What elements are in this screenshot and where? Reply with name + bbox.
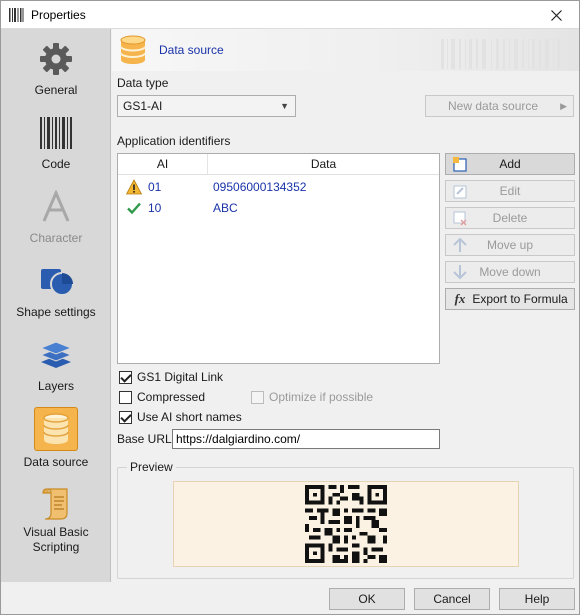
close-icon (550, 9, 562, 21)
help-button[interactable]: Help (499, 588, 575, 610)
main-panel: Data source Data type GS1-AI ▼ New data … (112, 29, 579, 582)
delete-icon (453, 211, 467, 226)
function-fx-icon: fx (454, 291, 466, 306)
move-down-button[interactable]: Move down (445, 261, 575, 283)
base-url-input[interactable] (172, 429, 440, 449)
move-up-label: Move up (486, 238, 534, 252)
arrow-up-icon (453, 237, 467, 252)
delete-button[interactable]: Delete (445, 207, 575, 229)
sidebar-item-visual-basic-scripting[interactable]: Visual Basic Scripting (1, 481, 111, 555)
export-label: Export to Formula (472, 292, 568, 306)
data-type-value: GS1-AI (123, 99, 163, 113)
edit-icon (453, 185, 467, 199)
ok-button[interactable]: OK (329, 588, 405, 610)
sidebar-item-label: Layers (37, 379, 75, 393)
row-data: ABC (213, 201, 238, 215)
sidebar-item-label: Visual Basic Scripting (23, 525, 89, 554)
sidebar-item-label: Data source (23, 455, 89, 469)
optimize-label: Optimize if possible (269, 390, 374, 404)
optimize-checkbox[interactable] (251, 391, 264, 404)
column-header-ai[interactable]: AI (118, 157, 207, 171)
chevron-down-icon: ▼ (280, 101, 289, 111)
window-title: Properties (31, 8, 86, 22)
edit-label: Edit (499, 184, 521, 198)
column-header-data[interactable]: Data (208, 157, 439, 171)
preview-group: Preview (117, 460, 574, 579)
sidebar-item-general[interactable]: General (1, 33, 111, 107)
cancel-button[interactable]: Cancel (414, 588, 490, 610)
base-url-label: Base URL: (117, 432, 176, 446)
export-to-formula-button[interactable]: fx Export to Formula (445, 288, 575, 310)
chevron-right-icon: ▶ (560, 101, 567, 111)
add-label: Add (499, 157, 521, 171)
delete-label: Delete (492, 211, 528, 225)
sidebar-item-shape-settings[interactable]: Shape settings (1, 255, 111, 329)
gear-icon (36, 39, 76, 79)
digital-link-label: GS1 Digital Link (137, 370, 224, 384)
database-icon (34, 407, 78, 451)
add-icon (453, 157, 467, 172)
qr-code-image (305, 485, 387, 563)
sidebar-item-label: Code (41, 157, 71, 171)
table-header: AI Data (118, 154, 439, 175)
row-data: 09506000134352 (213, 180, 307, 194)
table-row[interactable]: 10 ABC (118, 197, 439, 218)
title-bar: Properties (1, 1, 579, 29)
app-ids-label: Application identifiers (117, 134, 231, 148)
character-a-icon (36, 187, 76, 227)
barcode-icon (36, 113, 76, 153)
sidebar-item-label: Character (29, 231, 83, 245)
barcode-app-icon (9, 8, 24, 22)
dialog-footer: OK Cancel Help (1, 582, 579, 614)
page-title: Data source (159, 43, 224, 57)
compressed-checkbox[interactable] (119, 391, 132, 404)
database-icon (120, 35, 146, 64)
compressed-label: Compressed (137, 390, 206, 404)
new-data-source-label: New data source (448, 99, 539, 113)
sidebar: General Code Character Shape settings La… (1, 29, 111, 582)
properties-dialog: Properties General Code Character Shape … (0, 0, 580, 615)
app-ids-table[interactable]: AI Data 01 09506000134352 10 ABC (117, 153, 440, 364)
sidebar-item-code[interactable]: Code (1, 107, 111, 181)
barcode-decoration-icon (441, 39, 560, 69)
script-scroll-icon (36, 487, 76, 521)
close-button[interactable] (533, 1, 579, 29)
page-header: Data source (112, 29, 579, 71)
new-data-source-button[interactable]: New data source ▶ (425, 95, 574, 117)
short-names-label: Use AI short names (137, 410, 242, 424)
edit-button[interactable]: Edit (445, 180, 575, 202)
add-button[interactable]: Add (445, 153, 575, 175)
row-ai: 01 (148, 180, 162, 194)
arrow-down-icon (453, 265, 467, 280)
short-names-checkbox[interactable] (119, 411, 132, 424)
row-ai: 10 (148, 201, 162, 215)
sidebar-item-data-source[interactable]: Data source (1, 403, 111, 477)
move-up-button[interactable]: Move up (445, 234, 575, 256)
digital-link-checkbox[interactable] (119, 371, 132, 384)
move-down-label: Move down (479, 265, 541, 279)
data-type-select[interactable]: GS1-AI ▼ (117, 95, 296, 117)
shapes-icon (36, 261, 76, 301)
preview-label: Preview (127, 460, 176, 474)
checkmark-icon (127, 202, 141, 215)
data-type-label: Data type (117, 76, 169, 90)
sidebar-item-label: General (34, 83, 78, 97)
sidebar-item-label: Shape settings (16, 305, 96, 319)
sidebar-item-layers[interactable]: Layers (1, 329, 111, 403)
preview-canvas (173, 481, 519, 567)
table-row[interactable]: 01 09506000134352 (118, 176, 439, 197)
warning-icon (126, 179, 142, 195)
sidebar-item-character[interactable]: Character (1, 181, 111, 255)
layers-icon (36, 335, 76, 375)
